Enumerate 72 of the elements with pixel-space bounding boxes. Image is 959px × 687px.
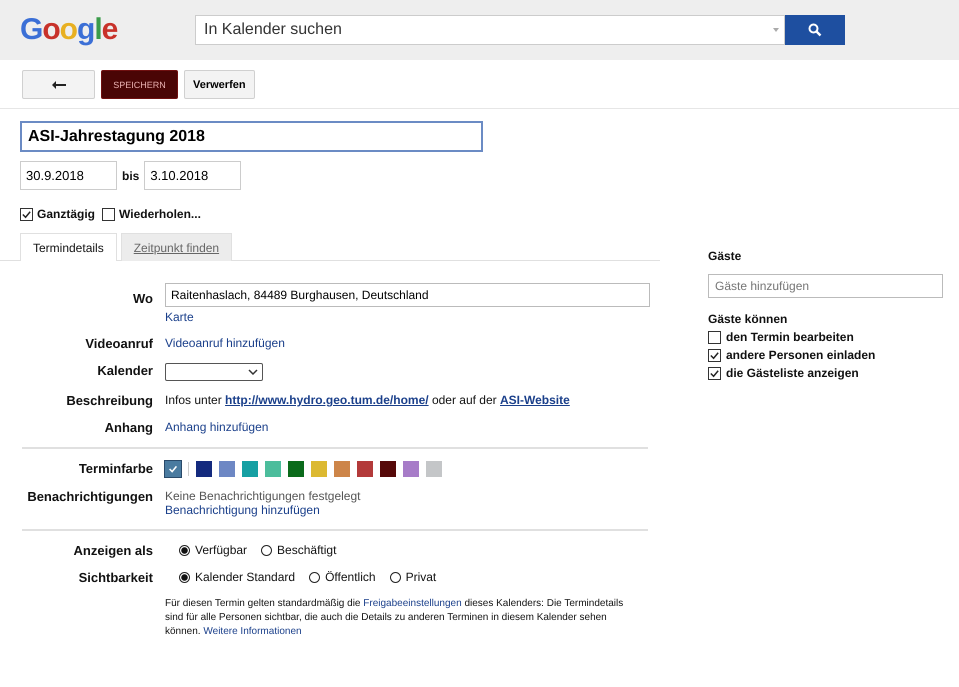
field-label: Kalender xyxy=(97,363,153,378)
color-swatch[interactable] xyxy=(242,461,258,477)
chevron-down-icon xyxy=(248,369,258,375)
logo: Google xyxy=(20,13,118,47)
color-swatch[interactable] xyxy=(380,461,396,477)
radio-button[interactable] xyxy=(309,572,320,582)
checkbox-label: Ganztägig xyxy=(37,207,96,221)
field-label: Anhang xyxy=(104,420,153,435)
color-swatch[interactable] xyxy=(357,461,373,477)
date-separator: bis xyxy=(122,168,140,182)
color-swatch[interactable] xyxy=(334,461,350,477)
field-label: Wo xyxy=(133,291,153,306)
description-text: Infos unter http://www.hydro.geo.tum.de/home/ oder auf der ASI-Website xyxy=(165,393,570,407)
checkbox[interactable] xyxy=(708,366,721,380)
color-swatch[interactable] xyxy=(311,461,327,477)
tab[interactable]: Termindetails xyxy=(20,233,117,261)
add-link[interactable]: Videoanruf hinzufügen xyxy=(165,336,285,350)
color-swatch[interactable] xyxy=(196,461,212,477)
discard-button[interactable]: Verwerfen xyxy=(184,70,255,99)
checkbox-label: Wiederholen... xyxy=(119,207,201,221)
color-swatch[interactable] xyxy=(426,461,442,477)
checkbox[interactable] xyxy=(708,330,721,344)
radio-button[interactable] xyxy=(179,572,190,582)
save-button[interactable]: SPEICHERN xyxy=(101,70,178,99)
end-date-field[interactable]: 3.10.2018 xyxy=(144,161,242,190)
checkbox-label: den Termin bearbeiten xyxy=(726,330,854,344)
radio-label: Kalender Standard xyxy=(195,570,296,584)
link[interactable]: http://www.hydro.geo.tum.de/home/ xyxy=(225,393,429,407)
field-label: Sichtbarkeit xyxy=(78,570,153,585)
radio-button[interactable] xyxy=(390,572,401,582)
guests-heading: Gäste xyxy=(708,249,742,263)
add-link[interactable]: Anhang hinzufügen xyxy=(165,420,268,434)
search-field[interactable]: In Kalender suchen xyxy=(195,15,785,45)
color-swatch[interactable] xyxy=(403,461,419,477)
color-swatch[interactable] xyxy=(219,461,235,477)
map-link[interactable]: Karte xyxy=(165,310,194,324)
color-swatch[interactable] xyxy=(265,461,281,477)
checkbox[interactable] xyxy=(20,208,33,220)
link[interactable]: ASI-Website xyxy=(500,393,570,407)
visibility-note: Für diesen Termin gelten standardmäßig die Freigabeeinstellungen dieses Kalenders: Die Termindetails sind für alle Personen sichtbar, die auch die Details zu anderen Terminen in diesem Kalender sehen können. Weitere Informationen xyxy=(165,597,624,639)
field-label: Videoanruf xyxy=(85,336,153,351)
checkbox[interactable] xyxy=(708,348,721,362)
radio-button[interactable] xyxy=(261,544,272,556)
back-arrow-icon xyxy=(50,80,66,90)
add-notification-link[interactable]: Benachrichtigung hinzufügen xyxy=(165,503,320,517)
start-date-field[interactable]: 30.9.2018 xyxy=(20,161,117,190)
location-field[interactable]: Raitenhaslach, 84489 Burghausen, Deutschland xyxy=(165,283,650,307)
title-field[interactable]: ASI-Jahrestagung 2018 xyxy=(20,121,483,152)
color-swatch[interactable] xyxy=(165,461,181,477)
link[interactable]: Weitere Informationen xyxy=(203,626,302,637)
checkbox-label: andere Personen einladen xyxy=(726,348,876,362)
search-button[interactable] xyxy=(785,15,845,45)
color-swatch[interactable] xyxy=(288,461,304,477)
radio-label: Verfügbar xyxy=(195,543,248,557)
dropdown-caret-icon[interactable] xyxy=(773,28,779,32)
link[interactable]: Freigabeeinstellungen xyxy=(363,598,462,609)
permissions-heading: Gäste können xyxy=(708,312,788,326)
calendar-dropdown[interactable] xyxy=(165,363,263,381)
radio-label: Privat xyxy=(406,570,436,584)
field-label: Beschreibung xyxy=(66,393,153,408)
radio-label: Öffentlich xyxy=(325,570,376,584)
add-guests-field[interactable]: Gäste hinzufügen xyxy=(708,274,943,298)
radio-button[interactable] xyxy=(179,544,190,556)
search-icon xyxy=(808,23,822,37)
field-label: Anzeigen als xyxy=(74,543,153,558)
radio-label: Beschäftigt xyxy=(277,543,336,557)
field-label: Benachrichtigungen xyxy=(27,489,153,504)
field-label: Terminfarbe xyxy=(78,461,153,476)
notification-status: Keine Benachrichtigungen festgelegt xyxy=(165,489,360,503)
checkbox-label: die Gästeliste anzeigen xyxy=(726,366,859,380)
tab[interactable]: Zeitpunkt finden xyxy=(120,233,232,261)
checkbox[interactable] xyxy=(102,208,116,220)
